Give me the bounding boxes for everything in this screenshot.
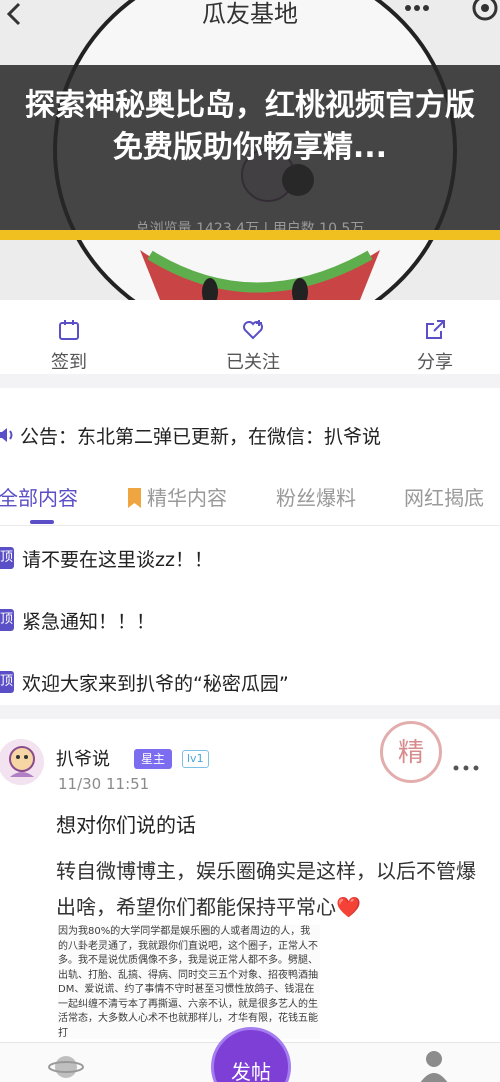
pinned-list: 顶 请不要在这里谈zz！！ 顶 紧急通知！！！ 顶 欢迎大家来到扒爷的“秘密瓜园… xyxy=(0,527,500,713)
pinned-item-title: 紧急通知！！！ xyxy=(22,610,156,633)
heart-plus-icon xyxy=(243,320,263,340)
pinned-item[interactable]: 顶 紧急通知！！！ xyxy=(0,589,500,651)
action-row: 签到 已关注 分享 xyxy=(0,300,500,388)
featured-stamp: 精 xyxy=(380,721,442,783)
share-label: 分享 xyxy=(417,352,453,373)
highlight-bar xyxy=(0,230,500,240)
cover-banner: 瓜友基地 探索神秘奥比岛，红桃视频官方版免费版助你畅享精... 总浏览量 142… xyxy=(0,0,500,300)
pinned-item[interactable]: 顶 欢迎大家来到扒爷的“秘密瓜园” xyxy=(0,651,500,713)
follow-label: 已关注 xyxy=(226,352,280,373)
role-badge: 星主 xyxy=(134,749,173,769)
tab-featured[interactable]: 精华内容 xyxy=(128,482,227,511)
content-tabs: 全部内容 精华内容 粉丝爆料 网红揭底 xyxy=(0,470,500,526)
pin-badge: 顶 xyxy=(0,547,14,569)
more-dots-icon xyxy=(405,5,429,11)
speaker-icon xyxy=(0,428,13,442)
bookmark-icon xyxy=(128,488,141,508)
avatar[interactable] xyxy=(0,739,44,785)
level-badge: lv1 xyxy=(182,750,209,768)
announcement-bar[interactable]: 公告：东北第二弹已更新，在微信：扒爷说 xyxy=(0,405,500,465)
tab-featured-label: 精华内容 xyxy=(147,486,227,510)
post-title: 想对你们说的话 xyxy=(56,813,196,837)
follow-button[interactable]: 已关注 xyxy=(208,318,298,374)
planet-icon xyxy=(48,1056,84,1078)
ad-headline[interactable]: 探索神秘奥比岛，红桃视频官方版免费版助你畅享精... xyxy=(0,85,500,169)
section-divider xyxy=(0,705,500,719)
share-button[interactable]: 分享 xyxy=(390,318,480,374)
cartoon-avatar-icon xyxy=(0,739,44,785)
post-card[interactable]: 扒爷说 星主 lv1 11/30 11:51 精 想对你们说的话 转自微博博主，… xyxy=(0,719,500,1039)
active-tab-indicator xyxy=(30,520,54,524)
more-button[interactable] xyxy=(400,0,434,24)
calendar-icon xyxy=(59,320,79,340)
profile-tab[interactable] xyxy=(418,1049,450,1082)
post-timestamp: 11/30 11:51 xyxy=(58,775,150,793)
pinned-item[interactable]: 顶 请不要在这里谈zz！！ xyxy=(0,527,500,589)
checkin-button[interactable]: 签到 xyxy=(24,318,114,374)
pin-badge: 顶 xyxy=(0,609,14,631)
discover-tab[interactable] xyxy=(48,1051,84,1082)
author-name[interactable]: 扒爷说 xyxy=(56,745,110,771)
featured-stamp-text: 精 xyxy=(397,738,424,768)
pinned-item-title: 请不要在这里谈zz！！ xyxy=(22,548,213,571)
heart-emoji: ❤️ xyxy=(336,895,361,919)
tab-influencer-exposed[interactable]: 网红揭底 xyxy=(404,482,484,511)
post-image[interactable]: 因为我80%的大学同学都是娱乐圈的人或者周边的人，我的八卦老灵通了，我就跟你们直… xyxy=(58,925,320,1039)
target-button[interactable] xyxy=(470,0,500,26)
share-icon xyxy=(426,320,445,339)
tab-fan-tips[interactable]: 粉丝爆料 xyxy=(276,482,356,511)
post-body: 转自微博博主，娱乐圈确实是这样，以后不管爆出啥，希望你们都能保持平常心❤️ xyxy=(56,853,490,925)
post-body-text: 转自微博博主，娱乐圈确实是这样，以后不管爆出啥，希望你们都能保持平常心 xyxy=(56,859,476,919)
top-navigation-bar: 瓜友基地 xyxy=(0,0,500,32)
tab-all[interactable]: 全部内容 xyxy=(0,482,78,511)
user-icon xyxy=(420,1051,448,1082)
target-icon xyxy=(472,0,498,21)
post-more-button[interactable] xyxy=(452,757,480,778)
more-dots-icon xyxy=(453,765,479,771)
pin-badge: 顶 xyxy=(0,671,14,693)
checkin-label: 签到 xyxy=(51,352,87,373)
pinned-item-title: 欢迎大家来到扒爷的“秘密瓜园” xyxy=(22,672,289,695)
announcement-text: 公告：东北第二弹已更新，在微信：扒爷说 xyxy=(20,425,382,448)
